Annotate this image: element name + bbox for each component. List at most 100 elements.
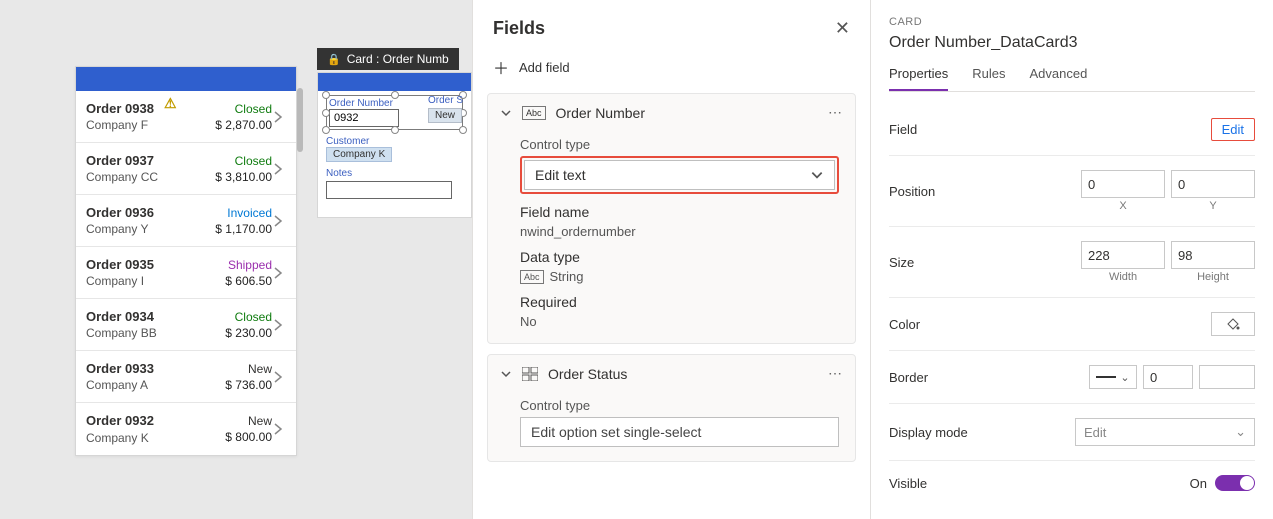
- order-row[interactable]: Order 0936Company YInvoiced$ 1,170.00: [76, 195, 296, 247]
- add-field-button[interactable]: ＋ Add field: [473, 49, 870, 93]
- orders-gallery-scrollbar[interactable]: [297, 88, 303, 152]
- close-icon[interactable]: ✕: [835, 18, 850, 39]
- order-number-input[interactable]: [329, 109, 399, 127]
- plus-icon: ＋: [493, 55, 509, 79]
- field-card-header[interactable]: Order Status ⋯: [488, 355, 855, 392]
- order-row-right: New$ 800.00: [202, 414, 272, 444]
- chevron-right-icon: [272, 422, 290, 436]
- prop-border-label: Border: [889, 370, 928, 385]
- order-company: Company I: [86, 274, 202, 288]
- order-company: Company BB: [86, 326, 202, 340]
- order-title: Order 0938: [86, 101, 202, 117]
- field-group-order-status-mini: Order S New: [428, 95, 463, 123]
- chevron-down-icon: ⌄: [1120, 371, 1129, 384]
- control-type-label: Control type: [520, 137, 839, 152]
- notes-input[interactable]: [326, 181, 452, 199]
- order-status: New: [202, 362, 272, 376]
- control-type-select[interactable]: Edit text: [524, 160, 835, 190]
- chevron-down-icon: [500, 368, 512, 380]
- chevron-right-icon: [272, 162, 290, 176]
- required-label: Required: [520, 294, 839, 310]
- resize-handle[interactable]: [459, 126, 467, 134]
- field-group-customer: Customer Company K: [326, 136, 463, 162]
- selected-card-name: Order Number_DataCard3: [889, 34, 1255, 52]
- order-row[interactable]: Order 0937Company CCClosed$ 3,810.00: [76, 143, 296, 195]
- size-height-sublabel: Height: [1171, 271, 1255, 283]
- size-height-input[interactable]: 98: [1171, 241, 1255, 269]
- datatype-abc-icon: Abc: [520, 270, 544, 284]
- fields-pane: Fields ✕ ＋ Add field Abc Order Number ⋯ …: [472, 0, 870, 519]
- order-row-right: Closed$ 3,810.00: [202, 154, 272, 184]
- customer-pill[interactable]: Company K: [326, 147, 392, 162]
- order-amount: $ 1,170.00: [202, 222, 272, 236]
- order-row[interactable]: Order 0934Company BBClosed$ 230.00: [76, 299, 296, 351]
- field-card-order-number: Abc Order Number ⋯ Control type Edit tex…: [487, 93, 856, 344]
- card-selection-tag: 🔒 Card : Order Numb: [317, 48, 459, 70]
- order-row-left: Order 0932Company K: [86, 413, 202, 445]
- control-type-value: Edit text: [535, 167, 586, 183]
- resize-handle[interactable]: [391, 126, 399, 134]
- border-width-input[interactable]: 0: [1143, 365, 1193, 389]
- field-card-title: Order Status: [548, 366, 627, 382]
- order-row[interactable]: Order 0933Company ANew$ 736.00: [76, 351, 296, 403]
- order-title: Order 0933: [86, 361, 202, 377]
- order-status: New: [202, 414, 272, 428]
- field-name-label: Field name: [520, 204, 839, 220]
- color-picker[interactable]: [1211, 312, 1255, 336]
- control-type-select[interactable]: Edit option set single-select: [520, 417, 839, 447]
- resize-handle[interactable]: [322, 109, 330, 117]
- tab-rules[interactable]: Rules: [972, 66, 1005, 91]
- add-field-label: Add field: [519, 60, 570, 75]
- more-icon[interactable]: ⋯: [828, 365, 843, 382]
- prop-field-label: Field: [889, 122, 917, 137]
- resize-handle[interactable]: [322, 91, 330, 99]
- order-company: Company Y: [86, 222, 202, 236]
- chevron-right-icon: [272, 370, 290, 384]
- resize-handle[interactable]: [322, 126, 330, 134]
- order-company: Company A: [86, 378, 202, 392]
- border-style-select[interactable]: ⌄: [1089, 365, 1137, 389]
- field-card-order-status: Order Status ⋯ Control type Edit option …: [487, 354, 856, 462]
- visible-on-label: On: [1190, 476, 1207, 491]
- tab-advanced[interactable]: Advanced: [1030, 66, 1088, 91]
- border-color-picker[interactable]: [1199, 365, 1255, 389]
- prop-color-label: Color: [889, 317, 920, 332]
- field-label-notes: Notes: [326, 168, 463, 179]
- order-row[interactable]: Order 0935Company IShipped$ 606.50: [76, 247, 296, 299]
- edit-field-button[interactable]: Edit: [1211, 118, 1255, 141]
- paint-bucket-icon: [1225, 316, 1241, 332]
- control-type-value: Edit option set single-select: [531, 424, 701, 440]
- chevron-right-icon: [272, 318, 290, 332]
- order-row-left: Order 0938Company F: [86, 101, 202, 133]
- orders-gallery[interactable]: ⚠Order 0938Company FClosed$ 2,870.00Orde…: [75, 66, 297, 456]
- field-group-notes: Notes: [326, 168, 463, 199]
- order-row-right: Closed$ 230.00: [202, 310, 272, 340]
- prop-display-mode-label: Display mode: [889, 425, 968, 440]
- position-x-input[interactable]: 0: [1081, 170, 1165, 198]
- order-amount: $ 3,810.00: [202, 170, 272, 184]
- order-row[interactable]: ⚠Order 0938Company FClosed$ 2,870.00: [76, 91, 296, 143]
- form-card[interactable]: Order Number Order S New Customer Compan…: [317, 72, 472, 218]
- prop-size-label: Size: [889, 255, 914, 270]
- order-status: Closed: [202, 102, 272, 116]
- prop-visible-label: Visible: [889, 476, 927, 491]
- chevron-down-icon: ⌄: [1235, 424, 1246, 440]
- size-width-input[interactable]: 228: [1081, 241, 1165, 269]
- data-type-label: Data type: [520, 249, 839, 265]
- datatype-abc-icon: Abc: [522, 106, 546, 120]
- position-y-input[interactable]: 0: [1171, 170, 1255, 198]
- order-status: Invoiced: [202, 206, 272, 220]
- field-card-header[interactable]: Abc Order Number ⋯: [488, 94, 855, 131]
- visible-toggle[interactable]: [1215, 475, 1255, 491]
- card-selection-tag-text: Card : Order Numb: [347, 52, 449, 66]
- resize-handle[interactable]: [391, 91, 399, 99]
- order-row[interactable]: Order 0932Company KNew$ 800.00: [76, 403, 296, 455]
- chevron-right-icon: [272, 110, 290, 124]
- data-type-value: Abc String: [520, 269, 839, 284]
- status-pill[interactable]: New: [428, 108, 462, 123]
- tab-properties[interactable]: Properties: [889, 66, 948, 91]
- orders-gallery-header: [76, 67, 296, 91]
- display-mode-select[interactable]: Edit ⌄: [1075, 418, 1255, 446]
- more-icon[interactable]: ⋯: [828, 104, 843, 121]
- position-y-sublabel: Y: [1171, 200, 1255, 212]
